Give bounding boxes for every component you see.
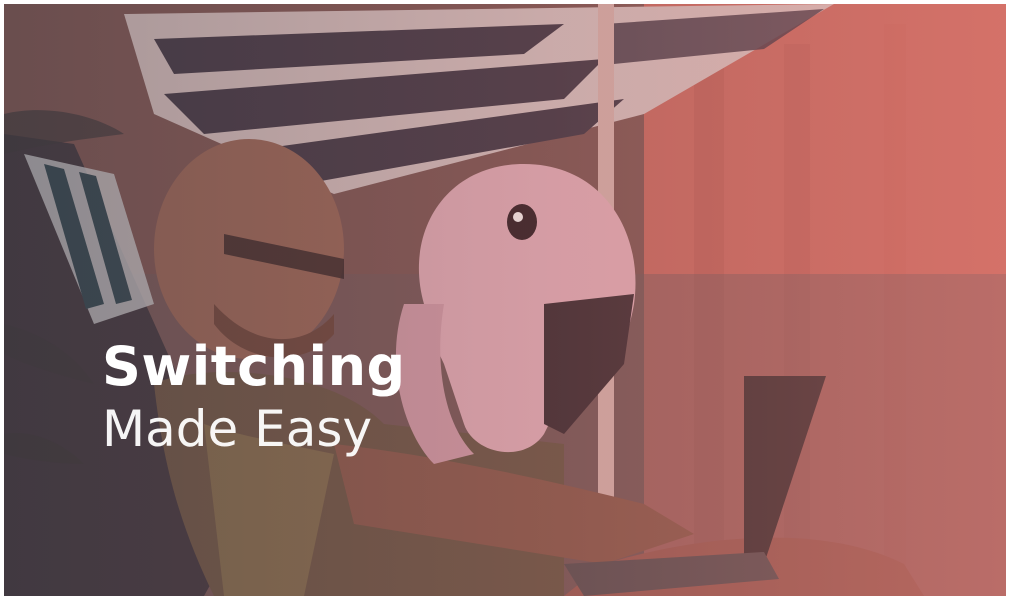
hero-headline: Switching Made Easy: [102, 335, 406, 458]
headline-bold-text: Switching: [102, 335, 406, 398]
hero-banner: Switching Made Easy: [4, 4, 1006, 596]
hero-image: [4, 4, 1006, 596]
headline-light-text: Made Easy: [102, 400, 373, 458]
